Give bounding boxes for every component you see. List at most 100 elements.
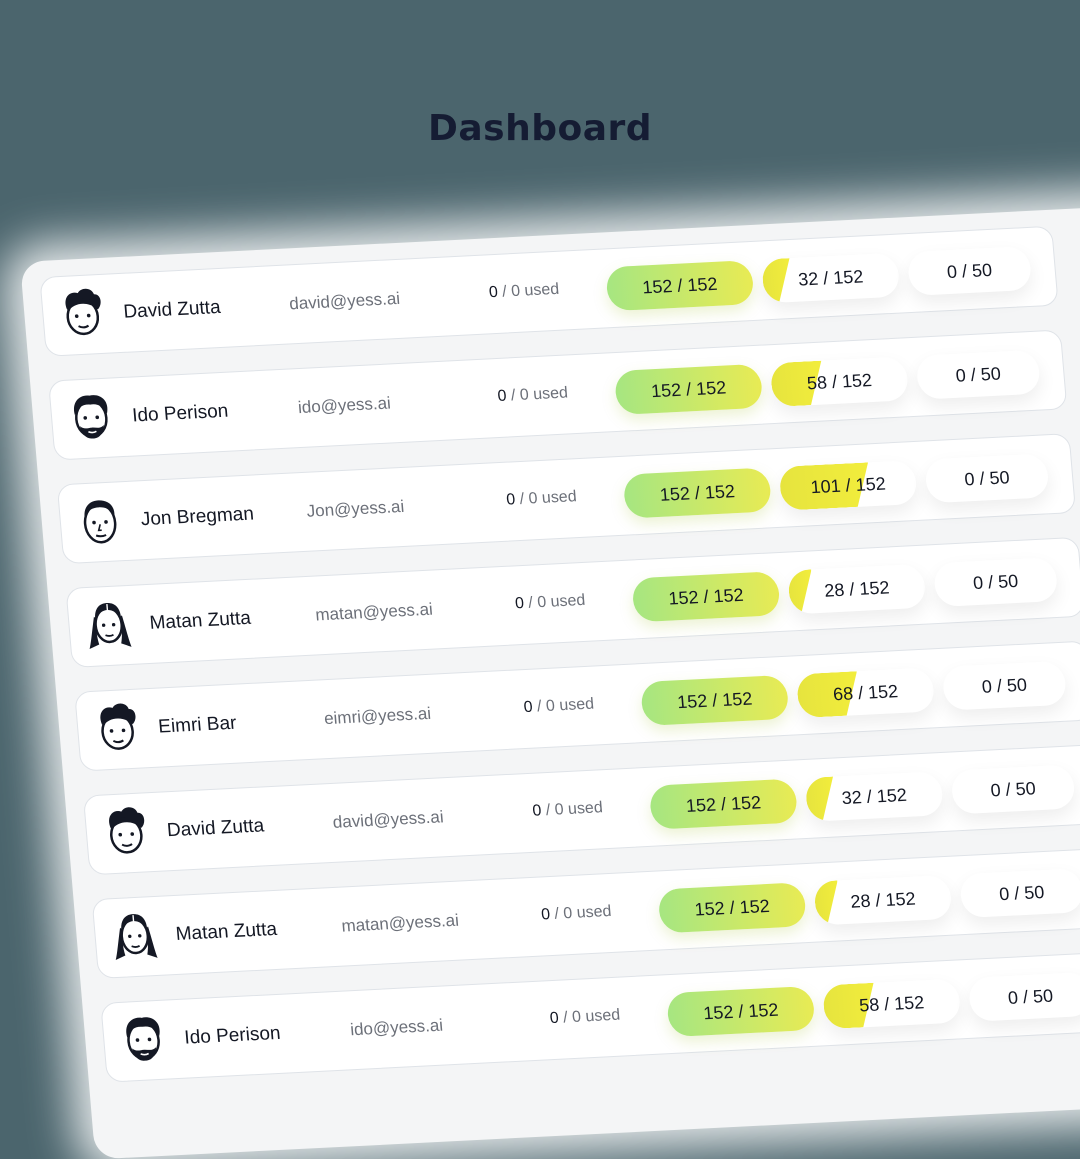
messy-hair-man-avatar-icon (53, 283, 112, 347)
credits-pill[interactable]: 152 / 152 (613, 363, 764, 415)
user-email: ido@yess.ai (297, 393, 392, 418)
user-name: David Zutta (166, 815, 265, 842)
avatar (97, 804, 156, 863)
short-hair-man-avatar-icon (71, 491, 130, 555)
bearded-man-avatar-icon (114, 1009, 173, 1073)
usage-text: 0 / 0 used (540, 903, 612, 925)
usage-progress-value: 32 / 152 (840, 784, 908, 808)
usage-count: 0 (540, 906, 551, 924)
quota-value: 0 / 50 (954, 363, 1002, 386)
credits-pill[interactable]: 152 / 152 (657, 882, 807, 934)
usage-text: 0 / 0 used (497, 384, 569, 406)
credits-value: 152 / 152 (641, 273, 719, 298)
user-email: matan@yess.ai (340, 910, 460, 936)
avatar (114, 1011, 173, 1070)
quota-value: 0 / 50 (989, 777, 1037, 801)
usage-suffix: / 0 used (545, 799, 604, 820)
avatar (88, 700, 147, 759)
credits-pill[interactable]: 152 / 152 (648, 778, 799, 830)
users-list: David Zutta david@yess.ai 0 / 0 used 152 / … (39, 225, 1080, 1107)
users-table-panel: David Zutta david@yess.ai 0 / 0 used 152 / … (20, 205, 1080, 1159)
usage-count: 0 (549, 1009, 560, 1028)
user-email: ido@yess.ai (349, 1015, 444, 1040)
usage-progress-pill[interactable]: 32 / 152 (760, 252, 901, 304)
usage-progress-pill[interactable]: 32 / 152 (804, 771, 945, 822)
usage-progress-value: 101 / 152 (809, 473, 887, 497)
usage-suffix: / 0 used (510, 384, 569, 405)
usage-text: 0 / 0 used (488, 281, 560, 303)
usage-count: 0 (488, 283, 499, 302)
usage-suffix: / 0 used (501, 280, 560, 301)
credits-pill[interactable]: 152 / 152 (631, 571, 781, 623)
usage-progress-value: 58 / 152 (806, 369, 873, 393)
credits-value: 152 / 152 (650, 376, 727, 401)
user-name: Matan Zutta (148, 607, 252, 634)
credits-pill[interactable]: 152 / 152 (640, 674, 790, 727)
avatar (106, 908, 165, 967)
usage-text: 0 / 0 used (523, 696, 595, 718)
usage-progress-fill (761, 258, 793, 303)
usage-count: 0 (514, 594, 525, 613)
user-name: Jon Bregman (140, 503, 255, 531)
usage-suffix: / 0 used (536, 695, 595, 716)
usage-progress-value: 28 / 152 (849, 888, 917, 912)
usage-count: 0 (531, 802, 543, 820)
quota-pill[interactable]: 0 / 50 (932, 557, 1059, 608)
user-name: Ido Perison (131, 400, 230, 427)
usage-count: 0 (496, 387, 508, 405)
usage-progress-value: 32 / 152 (797, 265, 865, 290)
credits-pill[interactable]: 152 / 152 (605, 260, 755, 312)
credits-value: 152 / 152 (658, 480, 736, 505)
messy-hair-man-avatar-icon (88, 698, 147, 762)
usage-suffix: / 0 used (553, 902, 613, 923)
usage-suffix: / 0 used (527, 591, 587, 612)
quota-pill[interactable]: 0 / 50 (915, 349, 1042, 400)
quota-pill[interactable]: 0 / 50 (941, 660, 1068, 711)
avatar (62, 389, 121, 448)
usage-text: 0 / 0 used (532, 799, 604, 821)
quota-value: 0 / 50 (963, 466, 1011, 489)
usage-progress-pill[interactable]: 101 / 152 (778, 460, 918, 511)
user-name: Matan Zutta (174, 918, 278, 945)
usage-progress-value: 28 / 152 (823, 576, 891, 601)
avatar (71, 493, 130, 552)
credits-pill[interactable]: 152 / 152 (622, 467, 773, 519)
user-email: Jon@yess.ai (305, 496, 405, 521)
usage-progress-pill[interactable]: 68 / 152 (795, 667, 936, 719)
usage-progress-pill[interactable]: 28 / 152 (787, 563, 927, 615)
quota-pill[interactable]: 0 / 50 (967, 971, 1080, 1022)
user-email: matan@yess.ai (314, 599, 434, 625)
usage-progress-pill[interactable]: 58 / 152 (769, 356, 910, 408)
usage-progress-pill[interactable]: 28 / 152 (813, 874, 953, 926)
usage-progress-pill[interactable]: 58 / 152 (821, 978, 962, 1030)
page-title: Dashboard (427, 108, 653, 149)
usage-progress-value: 58 / 152 (858, 991, 925, 1015)
quota-pill[interactable]: 0 / 50 (950, 764, 1076, 815)
messy-hair-man-avatar-icon (97, 802, 156, 866)
credits-value: 152 / 152 (667, 584, 745, 609)
avatar (79, 597, 138, 656)
usage-progress-value: 68 / 152 (832, 680, 899, 704)
usage-progress-fill (813, 880, 841, 925)
quota-value: 0 / 50 (946, 259, 993, 282)
quota-pill[interactable]: 0 / 50 (906, 245, 1033, 296)
user-email: david@yess.ai (288, 288, 401, 314)
long-hair-avatar-icon (105, 905, 164, 969)
user-name: Ido Perison (183, 1022, 282, 1049)
bearded-man-avatar-icon (62, 387, 121, 451)
user-name: David Zutta (122, 296, 222, 323)
credits-value: 152 / 152 (676, 688, 754, 712)
quota-value: 0 / 50 (998, 881, 1046, 904)
avatar (53, 286, 112, 345)
usage-text: 0 / 0 used (514, 592, 586, 614)
quota-value: 0 / 50 (1007, 985, 1054, 1008)
quota-pill[interactable]: 0 / 50 (924, 453, 1050, 504)
credits-value: 152 / 152 (685, 791, 762, 816)
credits-value: 152 / 152 (702, 999, 780, 1023)
user-email: david@yess.ai (332, 807, 445, 832)
credits-pill[interactable]: 152 / 152 (666, 985, 816, 1038)
credits-value: 152 / 152 (693, 895, 771, 920)
usage-progress-fill (805, 777, 837, 822)
usage-text: 0 / 0 used (506, 488, 578, 510)
quota-pill[interactable]: 0 / 50 (959, 868, 1080, 919)
